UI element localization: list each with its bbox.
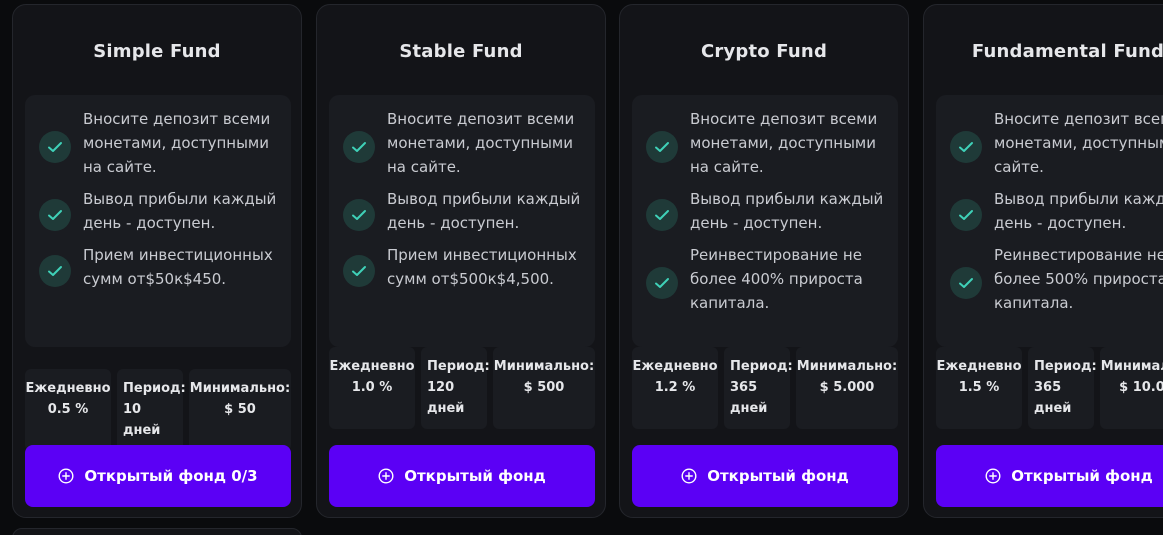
open-fund-button[interactable]: Открытый фонд [329, 445, 595, 507]
stat-daily-label: Ежедневно [329, 359, 415, 374]
feature-text: Вносите депозит всеми монетами, доступны… [994, 110, 1163, 176]
plus-circle-icon [985, 468, 1001, 484]
stat-period-value: 365 дней [730, 380, 768, 416]
open-fund-label: Открытый фонд [707, 467, 849, 485]
stats-row: Ежедневно 1.0 % Период: 120 дней Минимал… [329, 347, 595, 429]
check-icon [39, 199, 71, 231]
check-icon [39, 255, 71, 287]
features-panel: Вносите депозит всеми монетами, доступны… [25, 95, 291, 347]
feature-text: Прием инвестиционных сумм от$500к$4,500. [387, 246, 577, 288]
stats-row: Ежедневно 0.5 % Период: 10 дней Минималь… [25, 369, 291, 451]
stat-period: Период: 365 дней [724, 347, 793, 429]
plus-circle-icon [58, 468, 74, 484]
features-panel: Вносите депозит всеми монетами, доступны… [329, 95, 595, 347]
features-panel: Вносите депозит всеми монетами, доступны… [632, 95, 898, 347]
check-icon [646, 131, 678, 163]
stat-minimum-label: Минимально: [1100, 359, 1163, 374]
feature-text: Вносите депозит всеми монетами, доступны… [83, 110, 271, 176]
open-fund-button[interactable]: Открытый фонд [632, 445, 898, 507]
check-icon [950, 199, 982, 231]
stat-daily-label: Ежедневно [936, 359, 1022, 374]
stat-minimum: Минимально: $ 5.000 [796, 347, 898, 429]
fund-card-simple: Simple Fund Вносите депозит всеми монета… [12, 4, 302, 518]
fund-title: Fundamental Fund [971, 41, 1163, 62]
stat-period-value: 365 дней [1034, 380, 1072, 416]
stat-period: Период: 10 дней [117, 369, 186, 451]
fund-title: Stable Fund [399, 41, 523, 62]
stat-minimum: Минимально: $ 500 [493, 347, 595, 429]
stat-minimum-label: Минимально: [493, 359, 595, 374]
stat-daily-value: 1.0 % [351, 380, 393, 395]
fund-title: Simple Fund [93, 41, 221, 62]
stat-minimum-value: $ 10.000 [1119, 380, 1163, 395]
open-fund-label: Открытый фонд [404, 467, 546, 485]
open-fund-button[interactable]: Открытый фонд 0/3 [25, 445, 291, 507]
stats-row: Ежедневно 1.5 % Период: 365 дней Минимал… [936, 347, 1163, 429]
stat-daily-value: 0.5 % [47, 402, 89, 417]
stat-daily-value: 1.5 % [958, 380, 1000, 395]
stat-daily-label: Ежедневно [25, 381, 111, 396]
stats-row: Ежедневно 1.2 % Период: 365 дней Минимал… [632, 347, 898, 429]
fund-card-stable: Stable Fund Вносите депозит всеми монета… [316, 4, 606, 518]
features-panel: Вносите депозит всеми монетами, доступны… [936, 95, 1163, 347]
feature-text: Вносите депозит всеми монетами, доступны… [387, 110, 575, 176]
feature-text: Реинвестирование не более 400% прироста … [690, 246, 863, 312]
check-icon [950, 131, 982, 163]
stat-period-value: 120 дней [427, 380, 465, 416]
next-card-edge [12, 528, 302, 535]
fund-title: Crypto Fund [700, 41, 828, 62]
feature-text: Вывод прибыли каждый день - доступен. [690, 190, 884, 232]
stat-minimum-value: $ 500 [523, 380, 565, 395]
stat-daily: Ежедневно 1.0 % [329, 347, 415, 429]
stat-minimum-label: Минимально: [189, 381, 291, 396]
check-icon [646, 199, 678, 231]
feature-text: Реинвестирование не более 500% прироста … [994, 246, 1163, 312]
check-icon [343, 131, 375, 163]
feature-text: Вносите депозит всеми монетами, доступны… [690, 110, 878, 176]
stat-daily-label: Ежедневно [632, 359, 718, 374]
fund-card-fundamental: Fundamental Fund Вносите депозит всеми м… [923, 4, 1163, 518]
stat-period: Период: 120 дней [421, 347, 490, 429]
feature-text: Вывод прибыли каждый день - доступен. [83, 190, 277, 232]
stat-minimum-value: $ 50 [224, 402, 256, 417]
open-fund-label: Открытый фонд 0/3 [84, 467, 258, 485]
stat-minimum: Минимально: $ 10.000 [1100, 347, 1163, 429]
feature-text: Вывод прибыли каждый день - доступен. [387, 190, 581, 232]
open-fund-button[interactable]: Открытый фонд [936, 445, 1163, 507]
check-icon [343, 199, 375, 231]
check-icon [646, 267, 678, 299]
stat-period-value: 10 дней [123, 402, 161, 438]
stat-period-label: Период: [427, 359, 490, 374]
check-icon [950, 267, 982, 299]
check-icon [39, 131, 71, 163]
stat-daily: Ежедневно 0.5 % [25, 369, 111, 451]
stat-period: Период: 365 дней [1028, 347, 1097, 429]
plus-circle-icon [681, 468, 697, 484]
check-icon [343, 255, 375, 287]
feature-text: Прием инвестиционных сумм от$50к$450. [83, 246, 273, 288]
stat-period-label: Период: [1034, 359, 1097, 374]
stat-minimum-label: Минимально: [796, 359, 898, 374]
plus-circle-icon [378, 468, 394, 484]
stat-period-label: Период: [123, 381, 186, 396]
stat-minimum-value: $ 5.000 [819, 380, 875, 395]
fund-card-crypto: Crypto Fund Вносите депозит всеми монета… [619, 4, 909, 518]
feature-text: Вывод прибыли каждый день - доступен. [994, 190, 1163, 232]
funds-grid: Simple Fund Вносите депозит всеми монета… [0, 0, 1163, 535]
stat-period-label: Период: [730, 359, 793, 374]
open-fund-label: Открытый фонд [1011, 467, 1153, 485]
stat-minimum: Минимально: $ 50 [189, 369, 291, 451]
stat-daily: Ежедневно 1.2 % [632, 347, 718, 429]
stat-daily: Ежедневно 1.5 % [936, 347, 1022, 429]
stat-daily-value: 1.2 % [654, 380, 696, 395]
